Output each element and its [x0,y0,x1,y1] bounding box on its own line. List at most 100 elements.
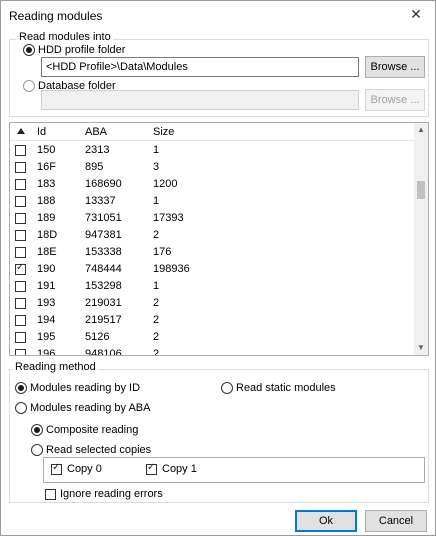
reading-by-id-radio[interactable] [15,382,27,394]
table-row[interactable]: 189 731051 17393 [10,210,415,227]
module-id-cell: 18E [37,246,57,258]
table-row[interactable]: 183 168690 1200 [10,176,415,193]
module-size-cell: 1 [153,280,160,292]
module-aba-cell: 895 [85,161,104,173]
row-checkbox[interactable] [15,213,26,224]
module-size-cell: 2 [153,297,160,309]
table-row[interactable]: 188 13337 1 [10,193,415,210]
hdd-profile-radio[interactable] [23,44,35,56]
module-aba-cell: 947381 [85,229,122,241]
module-aba-cell: 153338 [85,246,122,258]
copy0-checkbox[interactable] [51,462,62,475]
module-id-cell: 193 [37,297,56,309]
module-id-cell: 189 [37,212,56,224]
table-row[interactable]: 18D 947381 2 [10,227,415,244]
column-header-aba[interactable]: ABA [85,126,107,138]
reading-method-label: Reading method [13,361,98,373]
reading-modules-dialog: Reading modules ✕ Read modules into HDD … [0,0,436,536]
scroll-up-icon[interactable]: ▲ [414,123,428,137]
table-row[interactable]: 195 5126 2 [10,329,415,346]
module-size-cell: 198936 [153,263,190,275]
modules-list[interactable]: Id ABA Size 150 2313 1 16F 895 3 183 168690 1200… [9,122,429,356]
module-aba-cell: 219031 [85,297,122,309]
read-into-label: Read modules into [17,31,113,43]
composite-reading-label[interactable]: Composite reading [46,424,138,436]
copy1-checkbox[interactable] [146,462,157,475]
module-id-cell: 190 [37,263,56,275]
row-checkbox[interactable] [15,315,26,326]
reading-by-aba-label[interactable]: Modules reading by ABA [30,402,150,414]
table-row[interactable]: 194 219517 2 [10,312,415,329]
reading-by-id-label[interactable]: Modules reading by ID [30,382,140,394]
row-checkbox[interactable] [15,298,26,309]
db-browse-button: Browse ... [365,89,425,111]
scroll-down-icon[interactable]: ▼ [414,341,428,355]
row-checkbox[interactable] [15,196,26,207]
module-id-cell: 194 [37,314,56,326]
row-checkbox[interactable] [15,349,26,355]
row-checkbox[interactable] [15,262,26,275]
read-static-radio[interactable] [221,382,233,394]
read-selected-copies-label[interactable]: Read selected copies [46,444,151,456]
module-size-cell: 176 [153,246,172,258]
row-checkbox[interactable] [15,332,26,343]
read-static-label[interactable]: Read static modules [236,382,336,394]
module-size-cell: 2 [153,348,160,356]
module-size-cell: 2 [153,229,160,241]
hdd-path-field[interactable]: <HDD Profile>\Data\Modules [41,57,359,77]
row-checkbox[interactable] [15,162,26,173]
read-selected-copies-radio[interactable] [31,444,43,456]
column-header-id[interactable]: Id [37,126,46,138]
reading-by-aba-radio[interactable] [15,402,27,414]
module-size-cell: 2 [153,314,160,326]
module-id-cell: 183 [37,178,56,190]
ignore-errors-label[interactable]: Ignore reading errors [60,488,163,500]
cancel-button[interactable]: Cancel [365,510,427,532]
module-aba-cell: 2313 [85,144,110,156]
row-checkbox[interactable] [15,230,26,241]
module-aba-cell: 731051 [85,212,122,224]
module-id-cell: 150 [37,144,56,156]
table-row[interactable]: 193 219031 2 [10,295,415,312]
sort-ascending-icon[interactable] [17,128,25,134]
ok-button[interactable]: Ok [295,510,357,532]
table-row[interactable]: 18E 153338 176 [10,244,415,261]
module-id-cell: 188 [37,195,56,207]
copy0-label[interactable]: Copy 0 [67,463,102,475]
table-row[interactable]: 16F 895 3 [10,159,415,176]
module-id-cell: 18D [37,229,58,241]
table-row[interactable]: 196 948106 2 [10,346,415,356]
row-checkbox[interactable] [15,281,26,292]
module-size-cell: 3 [153,161,160,173]
module-id-cell: 191 [37,280,56,292]
ignore-errors-checkbox[interactable] [45,489,56,500]
module-id-cell: 196 [37,348,56,356]
title-bar: Reading modules ✕ [1,1,435,29]
database-folder-radio[interactable] [23,80,35,92]
table-row[interactable]: 191 153298 1 [10,278,415,295]
row-checkbox[interactable] [15,179,26,190]
list-header: Id ABA Size [10,123,428,141]
module-size-cell: 2 [153,331,160,343]
module-id-cell: 16F [37,161,56,173]
hdd-profile-label[interactable]: HDD profile folder [38,44,125,56]
hdd-browse-button[interactable]: Browse ... [365,56,425,78]
module-size-cell: 1 [153,144,160,156]
module-id-cell: 195 [37,331,56,343]
module-aba-cell: 13337 [85,195,116,207]
table-row[interactable]: 190 748444 198936 [10,261,415,278]
close-icon[interactable]: ✕ [407,5,425,23]
db-path-field [41,90,359,110]
module-aba-cell: 748444 [85,263,122,275]
module-aba-cell: 948106 [85,348,122,356]
list-scrollbar[interactable]: ▲ ▼ [414,123,428,355]
table-row[interactable]: 150 2313 1 [10,142,415,159]
scroll-thumb[interactable] [417,181,425,199]
row-checkbox[interactable] [15,247,26,258]
module-aba-cell: 5126 [85,331,110,343]
column-header-size[interactable]: Size [153,126,174,138]
copy1-label[interactable]: Copy 1 [162,463,197,475]
row-checkbox[interactable] [15,145,26,156]
composite-reading-radio[interactable] [31,424,43,436]
window-title: Reading modules [9,9,103,23]
